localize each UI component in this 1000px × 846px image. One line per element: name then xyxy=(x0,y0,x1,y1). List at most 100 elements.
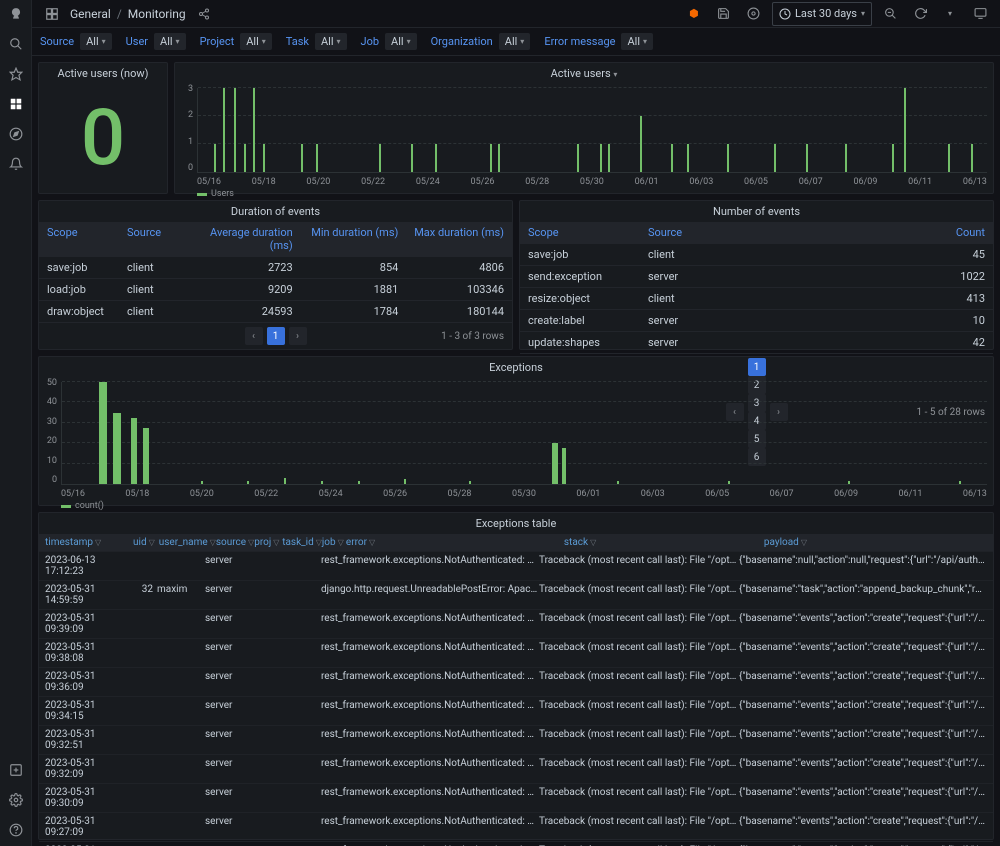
table-row[interactable]: draw:objectclient245931784180144 xyxy=(39,300,512,322)
chart-legend[interactable]: count() xyxy=(61,501,104,511)
table-row[interactable]: 2023-05-31 09:36:09serverrest_framework.… xyxy=(39,667,993,696)
filter-funnel-icon[interactable]: ▽ xyxy=(801,538,807,547)
filter-value[interactable]: All ▾ xyxy=(385,33,417,50)
filter-label[interactable]: Source xyxy=(40,35,74,48)
filter-funnel-icon[interactable]: ▽ xyxy=(95,538,101,547)
breadcrumb: General / Monitoring xyxy=(70,7,186,21)
share-icon[interactable] xyxy=(192,2,216,26)
settings-icon[interactable] xyxy=(742,2,766,26)
column-header[interactable]: job ▽ xyxy=(322,537,346,548)
breadcrumb-separator: / xyxy=(117,7,122,21)
filter-value[interactable]: All ▾ xyxy=(80,33,112,50)
column-header[interactable]: source ▽ xyxy=(216,537,254,548)
alerting-icon[interactable] xyxy=(8,156,24,172)
breadcrumb-page[interactable]: Monitoring xyxy=(128,7,186,21)
table-row[interactable]: update:shapesserver42 xyxy=(520,331,993,353)
table-row[interactable]: 2023-05-31 09:27:09serverrest_framework.… xyxy=(39,812,993,841)
chart-legend[interactable]: Users xyxy=(197,189,234,199)
view-mode-icon[interactable] xyxy=(968,2,992,26)
pager-page[interactable]: 1 xyxy=(267,327,285,345)
table-row[interactable]: load:jobclient92091881103346 xyxy=(39,278,512,300)
configuration-icon[interactable] xyxy=(8,792,24,808)
top-toolbar: General / Monitoring ⬢ Last 30 days ▾ ▾ xyxy=(32,0,1000,28)
table-row[interactable]: 2023-05-31 09:26:09serverrest_framework.… xyxy=(39,841,993,846)
column-header[interactable]: stack ▽ xyxy=(564,537,764,548)
filter-funnel-icon[interactable]: ▽ xyxy=(369,538,375,547)
table-row[interactable]: 2023-05-31 09:32:09serverrest_framework.… xyxy=(39,754,993,783)
pager-next[interactable]: › xyxy=(289,327,307,345)
time-range-picker[interactable]: Last 30 days ▾ xyxy=(772,2,872,26)
panel-active-users-now: Active users (now) 0 xyxy=(38,62,168,194)
column-header[interactable]: timestamp ▽ xyxy=(45,537,133,548)
toggle-panel-icon[interactable] xyxy=(40,2,64,26)
add-icon[interactable] xyxy=(8,762,24,778)
table-header: Scope Source Average duration (ms) Min d… xyxy=(39,222,512,256)
panel-title: Active users (now) xyxy=(39,63,167,84)
column-header[interactable]: user_name ▽ xyxy=(159,537,216,548)
active-users-plot[interactable]: 321005/1605/1805/2005/2205/2405/2605/280… xyxy=(175,84,993,193)
panel-duration-of-events: Duration of events Scope Source Average … xyxy=(38,200,513,350)
table-row[interactable]: 2023-05-31 09:38:08serverrest_framework.… xyxy=(39,638,993,667)
table-row[interactable]: 2023-05-31 09:32:51serverrest_framework.… xyxy=(39,725,993,754)
table-row[interactable]: save:jobclient27238544806 xyxy=(39,256,512,278)
pager-page[interactable]: 1 xyxy=(748,358,766,376)
explore-icon[interactable] xyxy=(8,126,24,142)
active-users-now-value: 0 xyxy=(39,84,167,193)
exceptions-plot[interactable]: 5040302010005/1605/1805/2005/2205/2405/2… xyxy=(39,378,993,505)
filter-label[interactable]: Error message xyxy=(544,35,615,48)
nav-sidebar xyxy=(0,0,32,846)
filter-label[interactable]: Project xyxy=(200,35,235,48)
filter-value[interactable]: All ▾ xyxy=(240,33,272,50)
add-panel-icon[interactable]: ⬢ xyxy=(682,2,706,26)
table-row[interactable]: 2023-06-13 17:12:23serverrest_framework.… xyxy=(39,551,993,580)
table-header: Scope Source Count xyxy=(520,222,993,243)
zoom-out-icon[interactable] xyxy=(878,2,902,26)
panel-title: Duration of events xyxy=(39,201,512,222)
column-header[interactable]: proj ▽ xyxy=(254,537,282,548)
filter-value[interactable]: All ▾ xyxy=(499,33,531,50)
table-row[interactable]: 2023-05-31 09:39:09serverrest_framework.… xyxy=(39,609,993,638)
filter-label[interactable]: Job xyxy=(361,35,380,48)
table-row[interactable]: save:jobclient45 xyxy=(520,243,993,265)
column-header[interactable]: payload ▽ xyxy=(764,537,987,548)
filter-label[interactable]: Task xyxy=(286,35,309,48)
pager-prev[interactable]: ‹ xyxy=(245,327,263,345)
starred-icon[interactable] xyxy=(8,66,24,82)
column-header[interactable]: uid ▽ xyxy=(133,537,159,548)
filter-funnel-icon[interactable]: ▽ xyxy=(590,538,596,547)
table-pager: ‹ 1 › 1 - 3 of 3 rows xyxy=(39,322,512,349)
grafana-logo-icon[interactable] xyxy=(8,6,24,22)
panel-title: Exceptions table xyxy=(39,513,993,534)
breadcrumb-root[interactable]: General xyxy=(70,7,111,21)
help-icon[interactable] xyxy=(8,822,24,838)
panel-title: Number of events xyxy=(520,201,993,222)
refresh-icon[interactable] xyxy=(908,2,932,26)
save-icon[interactable] xyxy=(712,2,736,26)
filter-funnel-icon[interactable]: ▽ xyxy=(338,538,344,547)
filter-label[interactable]: Organization xyxy=(431,35,493,48)
column-header[interactable]: error ▽ xyxy=(346,537,564,548)
table-row[interactable]: 2023-05-31 09:30:09serverrest_framework.… xyxy=(39,783,993,812)
dashboards-icon[interactable] xyxy=(8,96,24,112)
panel-title: Active users ▾ xyxy=(175,63,993,84)
filter-value[interactable]: All ▾ xyxy=(621,33,653,50)
filter-value[interactable]: All ▾ xyxy=(154,33,186,50)
filter-funnel-icon[interactable]: ▽ xyxy=(149,538,155,547)
table-row[interactable]: resize:objectclient413 xyxy=(520,287,993,309)
template-variable-bar: Source All ▾ User All ▾ Project All ▾ Task All … xyxy=(32,28,1000,56)
filter-funnel-icon[interactable]: ▽ xyxy=(273,538,279,547)
refresh-interval-chevron-icon[interactable]: ▾ xyxy=(938,2,962,26)
column-header[interactable]: task_id ▽ xyxy=(282,537,322,548)
pager-info: 1 - 3 of 3 rows xyxy=(441,331,504,342)
panel-exceptions-table: Exceptions table timestamp ▽uid ▽user_na… xyxy=(38,512,994,840)
filter-label[interactable]: User xyxy=(126,35,148,48)
table-row[interactable]: 2023-05-31 09:34:15serverrest_framework.… xyxy=(39,696,993,725)
panel-number-of-events: Number of events Scope Source Count save… xyxy=(519,200,994,350)
table-row[interactable]: create:labelserver10 xyxy=(520,309,993,331)
table-row[interactable]: send:exceptionserver1022 xyxy=(520,265,993,287)
time-range-label: Last 30 days xyxy=(795,7,857,20)
chevron-down-icon: ▾ xyxy=(861,9,865,18)
search-icon[interactable] xyxy=(8,36,24,52)
filter-value[interactable]: All ▾ xyxy=(315,33,347,50)
table-row[interactable]: 2023-05-31 14:59:5932maximserverdjango.h… xyxy=(39,580,993,609)
